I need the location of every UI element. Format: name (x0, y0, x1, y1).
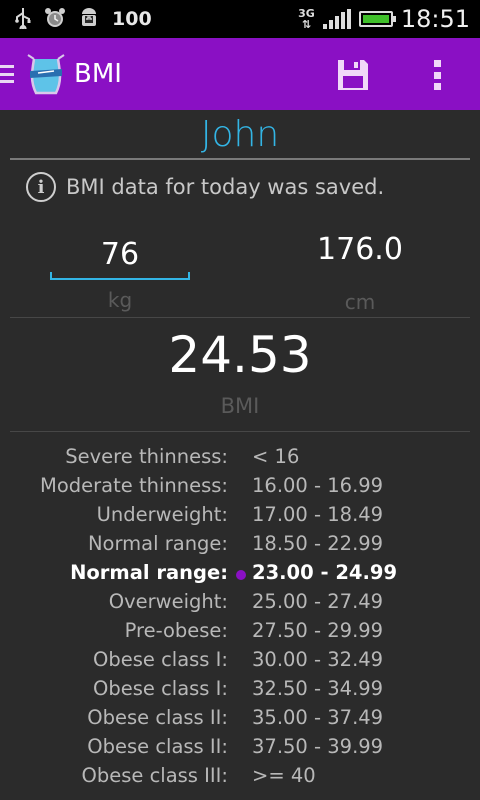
current-category-indicator (236, 570, 246, 580)
category-row: Obese class I: 30.00 - 32.49 (0, 645, 480, 674)
category-row: Overweight: 25.00 - 27.49 (0, 587, 480, 616)
category-label: Normal range: (70, 561, 228, 584)
bmi-label: BMI (220, 394, 260, 418)
category-label: Overweight: (108, 590, 228, 613)
category-range: 23.00 - 24.99 (252, 561, 398, 584)
category-range: 17.00 - 18.49 (252, 503, 384, 526)
category-range: < 16 (252, 445, 300, 468)
app-title: BMI (74, 59, 122, 89)
notification-icons: 100 (0, 7, 152, 32)
network-indicator: 3G ⇅ (298, 8, 315, 30)
system-indicators: 3G ⇅ 18:51 (298, 5, 480, 33)
height-unit-label: cm (344, 290, 376, 314)
category-label: Obese class II: (87, 735, 228, 758)
saved-notice: i BMI data for today was saved. (26, 172, 384, 202)
android-debug-icon (78, 7, 100, 32)
category-label: Obese class I: (92, 648, 228, 671)
battery-icon (358, 11, 396, 27)
weight-input-underline (50, 272, 190, 280)
category-label: Obese class III: (81, 764, 228, 787)
category-row: Severe thinness: < 16 (0, 442, 480, 471)
category-row: Obese class II: 37.50 - 39.99 (0, 732, 480, 761)
profile-name[interactable]: John (0, 114, 480, 155)
usb-icon (14, 7, 32, 32)
app-logo-icon[interactable] (24, 49, 68, 99)
divider (10, 317, 470, 318)
weight-unit-label: kg (107, 288, 133, 312)
drawer-menu-icon[interactable] (0, 63, 16, 85)
category-row: Obese class II: 35.00 - 37.49 (0, 703, 480, 732)
category-range: 27.50 - 29.99 (252, 619, 384, 642)
category-label: Normal range: (87, 532, 228, 555)
divider (10, 431, 470, 432)
category-label: Obese class I: (92, 677, 228, 700)
category-range: 18.50 - 22.99 (252, 532, 384, 555)
status-bar: 100 3G ⇅ 18:51 (0, 0, 480, 38)
signal-strength-icon (322, 9, 351, 29)
saved-notice-text: BMI data for today was saved. (66, 175, 385, 199)
save-icon[interactable] (336, 58, 370, 92)
category-row: Moderate thinness: 16.00 - 16.99 (0, 471, 480, 500)
category-row-current: Normal range: 23.00 - 24.99 (0, 558, 480, 587)
alarm-icon (44, 7, 66, 32)
category-label: Moderate thinness: (40, 474, 228, 497)
info-icon: i (26, 172, 56, 202)
bmi-category-table: Severe thinness: < 16 Moderate thinness: 1… (0, 442, 480, 790)
overflow-menu-icon[interactable] (430, 60, 444, 90)
bmi-value: 24.53 (168, 326, 312, 384)
battery-level-text: 100 (112, 8, 152, 30)
category-label: Obese class II: (87, 706, 228, 729)
category-range: 16.00 - 16.99 (252, 474, 384, 497)
category-range: 32.50 - 34.99 (252, 677, 384, 700)
height-input[interactable]: 176.0 (290, 232, 430, 267)
category-row: Obese class I: 32.50 - 34.99 (0, 674, 480, 703)
category-range: 30.00 - 32.49 (252, 648, 384, 671)
category-range: 37.50 - 39.99 (252, 735, 384, 758)
category-range: 25.00 - 27.49 (252, 590, 384, 613)
category-label: Pre-obese: (124, 619, 228, 642)
category-row: Pre-obese: 27.50 - 29.99 (0, 616, 480, 645)
action-bar: BMI (0, 38, 480, 110)
clock: 18:51 (400, 5, 470, 33)
category-row: Obese class III: >= 40 (0, 761, 480, 790)
category-label: Severe thinness: (65, 445, 228, 468)
profile-name-divider (10, 158, 470, 160)
category-row: Normal range: 18.50 - 22.99 (0, 529, 480, 558)
category-label: Underweight: (96, 503, 228, 526)
category-range: 35.00 - 37.49 (252, 706, 384, 729)
data-activity-icon: ⇅ (301, 18, 312, 31)
category-range: >= 40 (252, 764, 316, 787)
category-row: Underweight: 17.00 - 18.49 (0, 500, 480, 529)
